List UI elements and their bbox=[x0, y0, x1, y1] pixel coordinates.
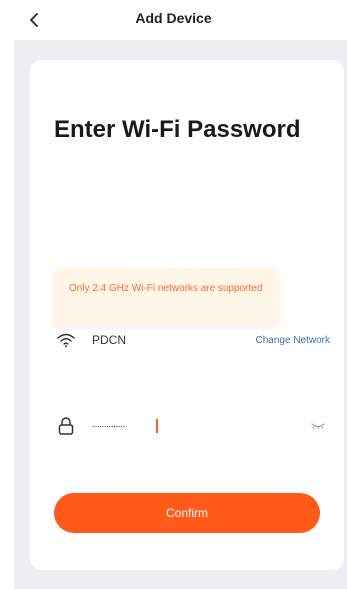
eye-closed-icon bbox=[311, 423, 325, 430]
add-device-screen: Add Device Enter Wi-Fi Password Only 2.4… bbox=[0, 0, 347, 589]
wifi-icon bbox=[54, 328, 78, 352]
wifi-password-card: Enter Wi-Fi Password Only 2.4 GHz Wi-Fi … bbox=[30, 60, 344, 570]
change-network-link[interactable]: Change Network bbox=[256, 335, 330, 346]
password-field[interactable] bbox=[92, 416, 252, 436]
nav-bar: Add Device bbox=[0, 0, 347, 40]
wifi-ssid: PDCN bbox=[92, 333, 127, 347]
page-title: Add Device bbox=[135, 10, 212, 26]
password-visibility-toggle[interactable] bbox=[306, 414, 330, 438]
lock-icon bbox=[54, 414, 78, 438]
confirm-button[interactable]: Confirm bbox=[54, 493, 320, 533]
card-heading: Enter Wi-Fi Password bbox=[54, 116, 301, 143]
wifi-network-row: PDCN Change Network bbox=[54, 328, 330, 352]
text-caret bbox=[156, 419, 158, 433]
frequency-tip: Only 2.4 GHz Wi-Fi networks are supporte… bbox=[53, 268, 279, 326]
password-row bbox=[54, 414, 330, 438]
